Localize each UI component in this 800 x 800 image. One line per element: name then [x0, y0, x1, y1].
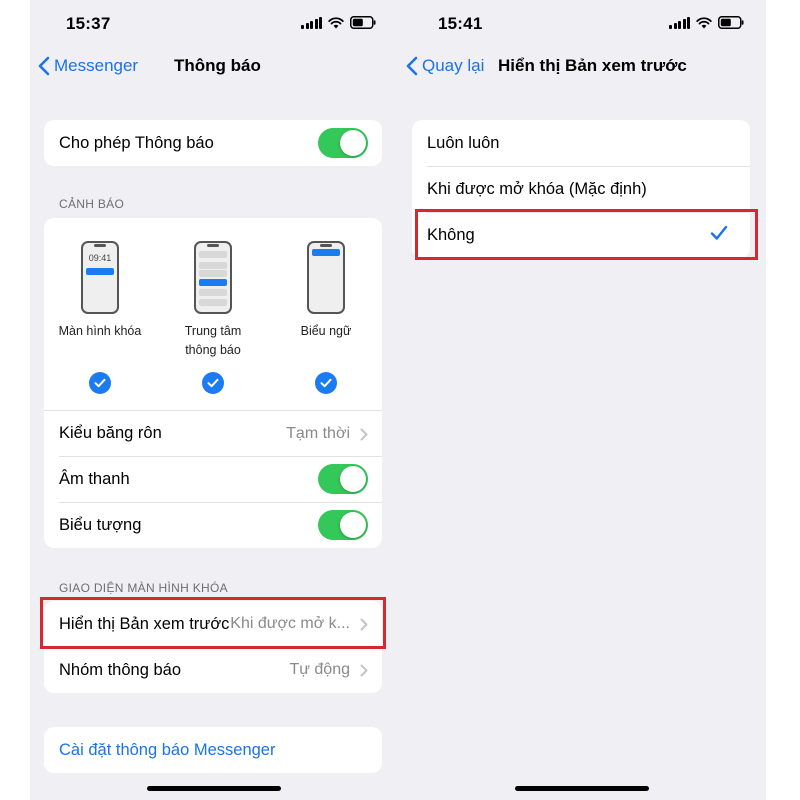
status-bar: 15:41 [398, 0, 766, 46]
back-button[interactable]: Quay lại [406, 52, 484, 80]
chevron-left-icon [406, 56, 418, 76]
allow-notifications-toggle[interactable] [318, 128, 368, 158]
show-previews-highlight [40, 597, 386, 649]
notification-center-check-icon[interactable] [202, 372, 224, 394]
chevron-left-icon [38, 56, 50, 76]
status-time: 15:37 [66, 14, 111, 33]
alert-style-picker: 09:41 Màn hình khóa Trung tâm thông báo … [44, 218, 382, 410]
allow-notifications-row: Cho phép Thông báo [44, 120, 382, 166]
lock-screen-check-icon[interactable] [89, 372, 111, 394]
cellular-signal-icon [301, 16, 322, 29]
sounds-toggle[interactable] [318, 464, 368, 494]
allow-notifications-group: Cho phép Thông báo [44, 120, 382, 166]
chevron-right-icon [360, 427, 368, 446]
messenger-notification-settings-link[interactable]: Cài đặt thông báo Messenger [44, 727, 382, 773]
messenger-notification-settings-label: Cài đặt thông báo Messenger [59, 740, 276, 759]
alert-label-lock-screen: Màn hình khóa [58, 324, 142, 338]
sounds-row: Âm thanh [44, 456, 382, 502]
alert-label-notification-center: Trung tâm thông báo [184, 324, 242, 357]
status-icons [301, 16, 376, 29]
app-settings-group: Cài đặt thông báo Messenger [44, 727, 382, 773]
option-always[interactable]: Luôn luôn [412, 120, 750, 166]
wifi-icon [328, 16, 344, 29]
status-icons [669, 16, 744, 29]
banners-check-icon[interactable] [315, 372, 337, 394]
banner-preview-icon[interactable] [307, 241, 345, 314]
allow-notifications-label: Cho phép Thông báo [59, 133, 214, 152]
option-when-unlocked-label: Khi được mở khóa (Mặc định) [427, 179, 647, 198]
lock-screen-clock: 09:41 [88, 253, 112, 263]
home-indicator [515, 786, 649, 791]
banner-style-label: Kiểu băng rôn [59, 424, 162, 442]
lock-screen-preview-icon[interactable]: 09:41 [81, 241, 119, 314]
page-title: Thông báo [174, 56, 261, 75]
navigation-bar: Messenger Thông báo [30, 52, 398, 80]
battery-icon [350, 16, 376, 29]
notification-grouping-row[interactable]: Nhóm thông báo Tự động [44, 647, 382, 693]
show-previews-screen: 15:41 Quay lại Hiển thị Bản xem trước Lu… [398, 0, 766, 800]
chevron-right-icon [360, 663, 368, 682]
back-button-label: Quay lại [422, 56, 485, 75]
badges-row: Biểu tượng [44, 502, 382, 548]
option-always-label: Luôn luôn [427, 133, 500, 152]
status-time: 15:41 [438, 14, 483, 33]
home-indicator [147, 786, 281, 791]
notification-center-preview-icon[interactable] [194, 241, 232, 314]
alerts-group: 09:41 Màn hình khóa Trung tâm thông báo … [44, 218, 382, 548]
sounds-label: Âm thanh [59, 469, 130, 488]
battery-icon [718, 16, 744, 29]
notification-grouping-value: Tự động [289, 661, 350, 678]
status-bar: 15:37 [30, 0, 398, 46]
alerts-section-header: CẢNH BÁO [59, 197, 125, 211]
lock-screen-section-header: GIAO DIỆN MÀN HÌNH KHÓA [59, 581, 228, 595]
notifications-settings-screen: 15:37 Messenger Thông báo Cho phép Thông… [30, 0, 398, 800]
badges-label: Biểu tượng [59, 515, 142, 534]
navigation-bar: Quay lại Hiển thị Bản xem trước [398, 52, 766, 80]
alert-label-banners: Biểu ngữ [300, 324, 352, 338]
back-button-label: Messenger [54, 56, 139, 75]
back-button[interactable]: Messenger [38, 52, 138, 80]
badges-toggle[interactable] [318, 510, 368, 540]
banner-style-row[interactable]: Kiểu băng rôn Tạm thời [44, 410, 382, 456]
banner-style-value: Tạm thời [286, 424, 350, 442]
page-title: Hiển thị Bản xem trước [498, 56, 687, 75]
notification-grouping-label: Nhóm thông báo [59, 660, 182, 679]
wifi-icon [696, 16, 712, 29]
never-option-highlight [415, 209, 758, 260]
option-when-unlocked[interactable]: Khi được mở khóa (Mặc định) [412, 166, 750, 212]
cellular-signal-icon [669, 16, 690, 29]
